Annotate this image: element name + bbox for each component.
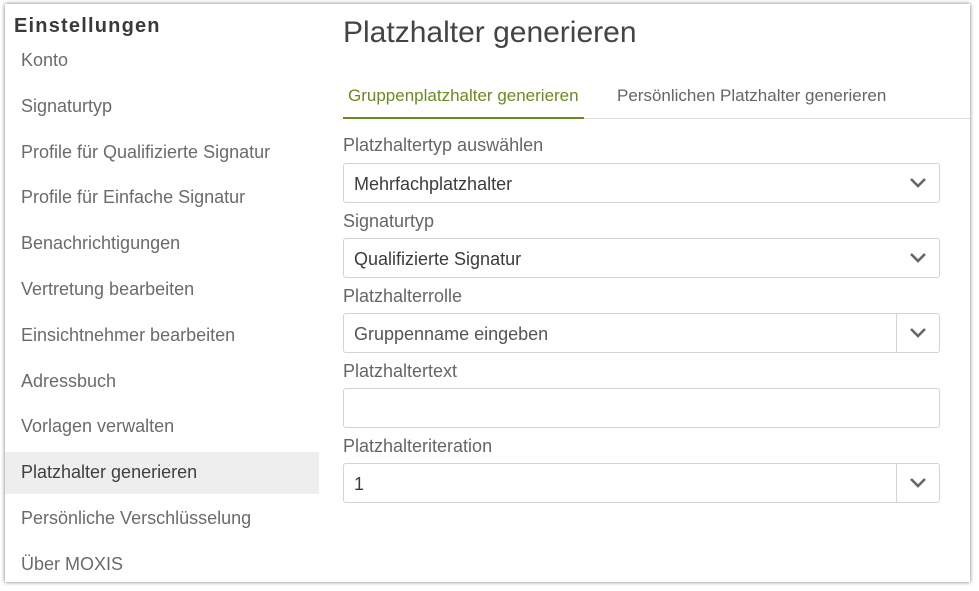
sidebar-item-signaturtyp[interactable]: Signaturtyp xyxy=(5,86,319,128)
chevron-down-icon xyxy=(910,328,926,338)
chevron-down-icon xyxy=(910,178,926,188)
sidebar-item-encryption[interactable]: Persönliche Verschlüsselung xyxy=(5,498,319,540)
sidebar-menu: Konto Signaturtyp Profile für Qualifizie… xyxy=(5,40,319,582)
placeholder-iteration-label: Platzhalteriteration xyxy=(343,436,493,456)
sidebar-item-qualified-profiles[interactable]: Profile für Qualifizierte Signatur xyxy=(5,132,319,174)
placeholder-text-input[interactable] xyxy=(343,388,940,428)
placeholder-role-dropdown-button[interactable] xyxy=(896,314,939,352)
page-title: Platzhalter generieren xyxy=(343,16,637,49)
placeholder-type-value: Mehrfachplatzhalter xyxy=(354,174,513,194)
sidebar-item-templates[interactable]: Vorlagen verwalten xyxy=(5,406,319,448)
sidebar-item-viewers[interactable]: Einsichtnehmer bearbeiten xyxy=(5,315,319,357)
signature-type-value: Qualifizierte Signatur xyxy=(354,249,522,269)
tab-group-placeholder[interactable]: Gruppenplatzhalter generieren xyxy=(343,82,584,119)
sidebar-item-notifications[interactable]: Benachrichtigungen xyxy=(5,223,319,265)
tab-personal-placeholder[interactable]: Persönlichen Platzhalter generieren xyxy=(612,82,891,117)
sidebar-item-konto[interactable]: Konto xyxy=(5,40,319,82)
main-panel: Platzhalter generieren Gruppenplatzhalte… xyxy=(343,4,970,582)
placeholder-type-select[interactable]: Mehrfachplatzhalter xyxy=(343,163,940,203)
tab-bar: Gruppenplatzhalter generieren Persönlich… xyxy=(343,82,970,119)
sidebar-item-about[interactable]: Über MOXIS xyxy=(5,544,319,582)
sidebar-title: Einstellungen xyxy=(14,15,161,37)
placeholder-text-label: Platzhaltertext xyxy=(343,361,458,381)
sidebar-item-simple-profiles[interactable]: Profile für Einfache Signatur xyxy=(5,177,319,219)
placeholder-role-combobox[interactable]: Gruppenname eingeben xyxy=(343,313,940,353)
sidebar-item-substitution[interactable]: Vertretung bearbeiten xyxy=(5,269,319,311)
signature-type-label: Signaturtyp xyxy=(343,211,435,231)
placeholder-iteration-dropdown-button[interactable] xyxy=(896,464,939,502)
sidebar-item-address-book[interactable]: Adressbuch xyxy=(5,361,319,403)
placeholder-iteration-select[interactable]: 1 xyxy=(343,463,940,503)
chevron-down-icon xyxy=(910,253,926,263)
sidebar-item-placeholder-generate[interactable]: Platzhalter generieren xyxy=(5,452,319,494)
settings-window: Einstellungen Konto Signaturtyp Profile … xyxy=(5,4,970,582)
sidebar: Einstellungen Konto Signaturtyp Profile … xyxy=(5,4,319,582)
placeholder-iteration-value: 1 xyxy=(354,474,365,494)
placeholder-role-label: Platzhalterrolle xyxy=(343,286,463,306)
signature-type-select[interactable]: Qualifizierte Signatur xyxy=(343,238,940,278)
placeholder-role-placeholder: Gruppenname eingeben xyxy=(354,324,549,344)
chevron-down-icon xyxy=(910,478,926,488)
placeholder-type-label: Platzhaltertyp auswählen xyxy=(343,135,544,155)
